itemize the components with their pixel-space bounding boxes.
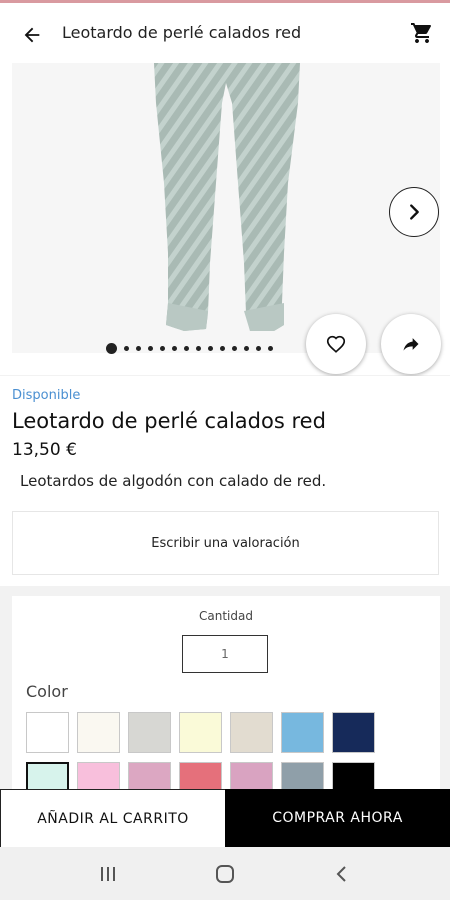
home-icon (216, 865, 234, 883)
carousel-dot[interactable] (124, 345, 129, 351)
quantity-label: Cantidad (199, 609, 253, 623)
tights-illustration (154, 63, 300, 331)
quantity-input[interactable]: 1 (182, 635, 268, 673)
carousel-dot[interactable] (106, 342, 117, 354)
color-swatch[interactable] (179, 712, 222, 753)
carousel-dot[interactable] (184, 345, 189, 351)
chevron-right-icon (410, 204, 419, 220)
product-info: Disponible Leotardo de perlé calados red… (0, 376, 450, 586)
product-price: 13,50 € (12, 440, 77, 460)
shopping-cart-icon (411, 23, 431, 43)
carousel-dot[interactable] (268, 345, 273, 351)
cart-button[interactable] (408, 19, 436, 47)
arrow-left-icon (24, 27, 40, 43)
app-bar: Leotardo de perlé calados red (0, 3, 450, 63)
buy-now-button[interactable]: COMPRAR AHORA (225, 789, 450, 847)
back-button[interactable] (18, 21, 46, 49)
favorite-button[interactable] (306, 314, 366, 374)
availability-label: Disponible (12, 388, 81, 403)
carousel-dot[interactable] (244, 345, 249, 351)
write-review-button[interactable]: Escribir una valoración (12, 511, 439, 575)
color-swatch[interactable] (332, 712, 375, 753)
color-label: Color (26, 682, 68, 701)
carousel-dot[interactable] (196, 345, 201, 351)
share-arrow-icon (403, 338, 419, 351)
color-swatch[interactable] (26, 712, 69, 753)
carousel-dot[interactable] (160, 345, 165, 351)
carousel-dot[interactable] (208, 345, 213, 351)
purchase-bar: AÑADIR AL CARRITO COMPRAR AHORA (0, 789, 450, 847)
page-title: Leotardo de perlé calados red (62, 23, 302, 42)
system-back-button[interactable] (329, 861, 355, 887)
system-back-icon (336, 866, 346, 882)
color-swatch[interactable] (128, 712, 171, 753)
heart-outline-icon (326, 335, 346, 353)
add-to-cart-button[interactable]: AÑADIR AL CARRITO (0, 789, 225, 847)
home-button[interactable] (212, 861, 238, 887)
product-options: Cantidad 1 Color (12, 596, 440, 803)
carousel-dot[interactable] (220, 345, 225, 351)
share-button[interactable] (381, 314, 441, 374)
recents-button[interactable] (95, 861, 121, 887)
carousel-dots[interactable] (106, 342, 273, 354)
product-description: Leotardos de algodón con calado de red. (20, 472, 327, 490)
carousel-dot[interactable] (172, 345, 177, 351)
color-swatch[interactable] (77, 712, 120, 753)
color-swatch[interactable] (230, 712, 273, 753)
color-swatch[interactable] (281, 712, 324, 753)
product-gallery[interactable] (0, 63, 450, 375)
system-navigation-bar (0, 847, 450, 900)
carousel-dot[interactable] (136, 345, 141, 351)
carousel-dot[interactable] (232, 345, 237, 351)
recents-icon (101, 867, 115, 881)
next-image-button[interactable] (389, 187, 439, 237)
product-image (12, 63, 440, 353)
carousel-dot[interactable] (256, 345, 261, 351)
carousel-dot[interactable] (148, 345, 153, 351)
product-name: Leotardo de perlé calados red (12, 409, 326, 433)
